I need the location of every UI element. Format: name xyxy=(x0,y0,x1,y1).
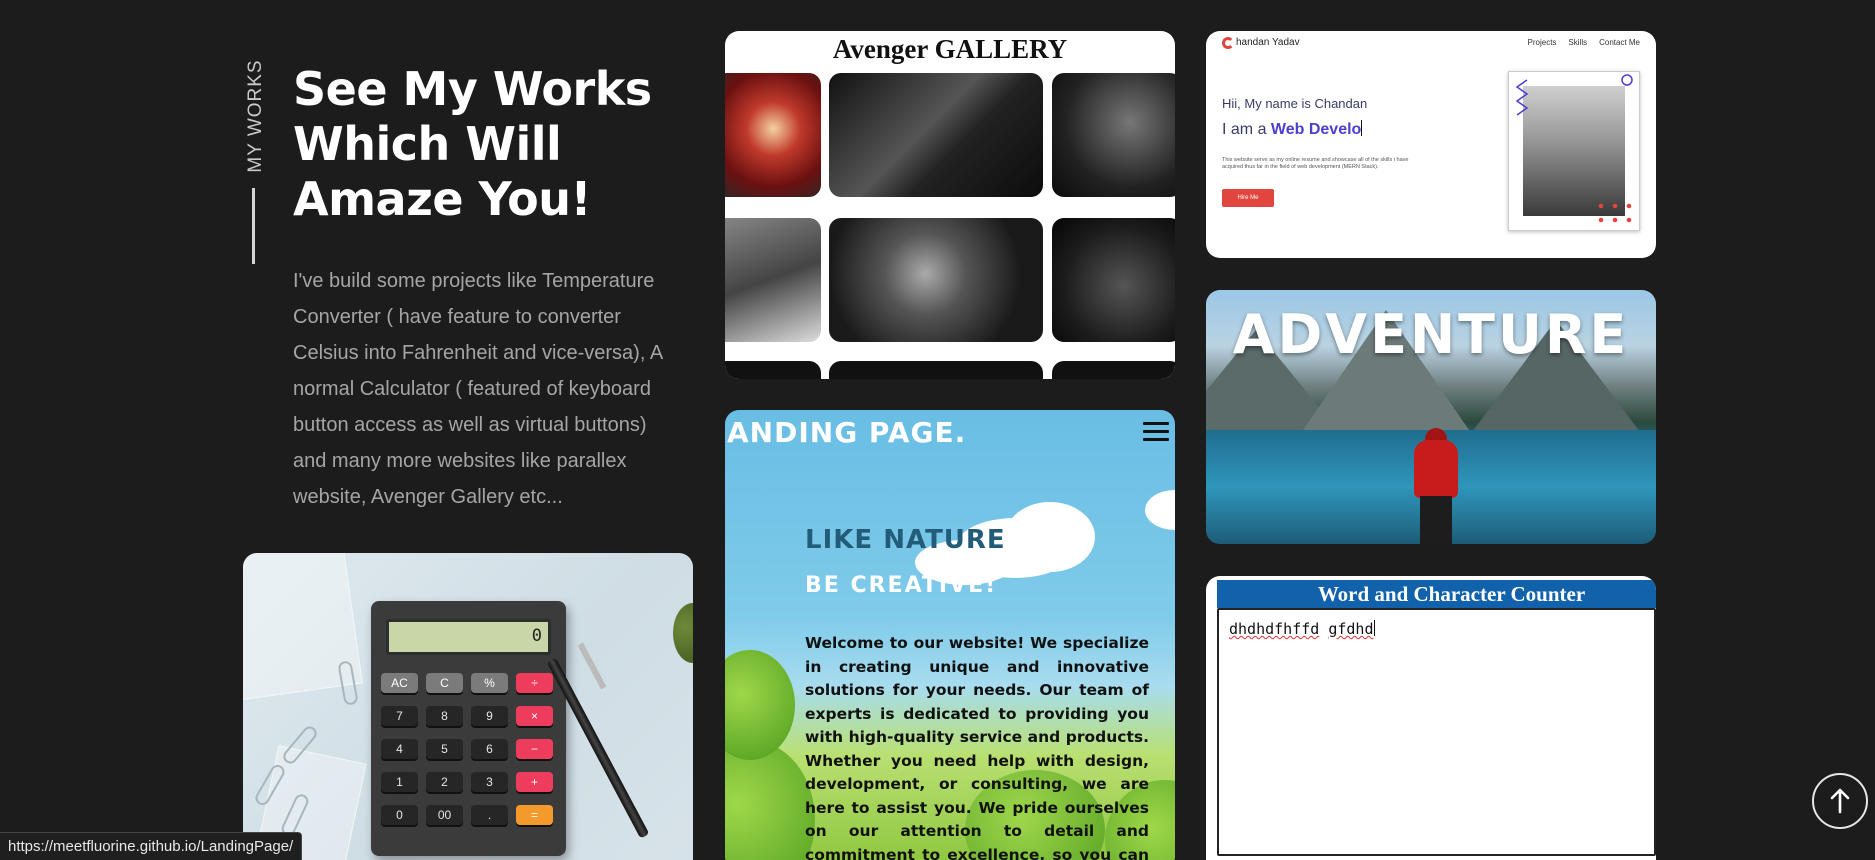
portfolio-nav-projects: Projects xyxy=(1527,38,1557,47)
calc-key: . xyxy=(471,805,508,825)
gallery-tile xyxy=(725,361,821,379)
word-counter-text: dhdhdfhffd gfdhd xyxy=(1229,620,1375,638)
portfolio-hire-button: Hire Me xyxy=(1222,189,1274,207)
portfolio-nav: Projects Skills Contact Me xyxy=(1528,38,1640,47)
calc-key: 1 xyxy=(381,772,418,792)
cloud-decoration xyxy=(1005,502,1095,572)
circle-decoration-icon xyxy=(1621,74,1633,86)
avenger-gallery-title: Avenger GALLERY xyxy=(832,34,1068,64)
calc-key: 2 xyxy=(426,772,463,792)
calc-key: % xyxy=(471,673,508,693)
project-card-landing-page[interactable]: ANDING PAGE. LIKE NATURE BE CREATIVE! We… xyxy=(725,410,1175,860)
gallery-tile-villain xyxy=(1052,218,1175,342)
project-card-portfolio[interactable]: handan Yadav Projects Skills Contact Me … xyxy=(1206,31,1656,258)
hiker-decoration xyxy=(1414,440,1458,498)
word-counter-title: Word and Character Counter xyxy=(1217,580,1656,608)
dots-decoration-icon xyxy=(1598,203,1632,223)
calc-key: − xyxy=(516,739,553,759)
section-label: MY WORKS xyxy=(233,59,279,173)
calc-key: C xyxy=(426,673,463,693)
adventure-title: ADVENTURE xyxy=(1232,303,1630,366)
link-preview-status-bar: https://meetfluorine.github.io/LandingPa… xyxy=(0,832,303,860)
calc-key: × xyxy=(516,706,553,726)
calc-key: 0 xyxy=(381,805,418,825)
calc-key: + xyxy=(516,772,553,792)
gallery-tile-thor xyxy=(829,73,1043,197)
text-caret xyxy=(1373,620,1375,636)
calc-key: ÷ xyxy=(516,673,553,693)
word-counter-word: dhdhdfhffd xyxy=(1229,620,1320,638)
portfolio-photo xyxy=(1523,86,1625,216)
pen-clip-decoration xyxy=(577,642,607,690)
landing-subheadline: BE CREATIVE! xyxy=(805,573,998,598)
calc-key: 4 xyxy=(381,739,418,759)
portfolio-photo-frame xyxy=(1508,71,1640,231)
calc-key: 6 xyxy=(471,739,508,759)
landing-title: ANDING PAGE. xyxy=(727,416,967,449)
portfolio-greeting: Hii, My name is Chandan xyxy=(1222,96,1368,111)
project-card-avenger-gallery[interactable]: Avenger GALLERY xyxy=(725,31,1175,379)
portfolio-blurb: This website serve as my online resume a… xyxy=(1222,157,1409,170)
scroll-to-top-button[interactable] xyxy=(1812,773,1868,829)
arrow-up-icon xyxy=(1830,788,1850,814)
gallery-tile-groot xyxy=(829,218,1043,342)
calc-key: 8 xyxy=(426,706,463,726)
calculator-display: 0 xyxy=(386,619,551,655)
calc-key: 5 xyxy=(426,739,463,759)
section-label-text: MY WORKS xyxy=(245,59,266,173)
heading-line-2: Which Will xyxy=(293,117,562,171)
typing-caret xyxy=(1361,120,1363,136)
gallery-tile-hero xyxy=(725,218,821,342)
gallery-tile-spider-man xyxy=(1052,73,1175,197)
heading-line-3: Amaze You! xyxy=(293,172,591,226)
calculator-image: 0 AC C % ÷ 7 8 9 × 4 5 6 − 1 2 3 + 0 00 … xyxy=(371,601,566,856)
section-description: I've build some projects like Temperatur… xyxy=(293,270,663,508)
portfolio-role-prefix: I am a xyxy=(1222,121,1271,138)
portfolio-role: I am a Web Develo xyxy=(1222,120,1363,139)
landing-header: ANDING PAGE. xyxy=(725,410,1175,458)
gallery-tile xyxy=(829,361,1043,379)
word-counter-textarea: dhdhdfhffd gfdhd xyxy=(1217,608,1656,856)
gallery-tile xyxy=(1052,361,1175,379)
calc-key: 3 xyxy=(471,772,508,792)
calculator-keypad: AC C % ÷ 7 8 9 × 4 5 6 − 1 2 3 + 0 00 . … xyxy=(381,673,559,825)
calc-key: 9 xyxy=(471,706,508,726)
portfolio-nav-skills: Skills xyxy=(1568,38,1588,47)
heading-line-1: See My Works xyxy=(293,62,652,116)
landing-body-text: Welcome to our website! We specialize in… xyxy=(805,634,1149,860)
section-heading: See My Works Which Will Amaze You! xyxy=(293,62,693,227)
project-card-word-counter[interactable]: Word and Character Counter dhdhdfhffd gf… xyxy=(1206,576,1656,860)
word-counter-word: gfdhd xyxy=(1328,620,1374,638)
calc-key: 00 xyxy=(426,805,463,825)
calc-key: = xyxy=(516,805,553,825)
plant-decoration xyxy=(673,603,693,663)
hiker-decoration xyxy=(1420,496,1452,544)
project-card-adventure[interactable]: ADVENTURE xyxy=(1206,290,1656,544)
portfolio-role-typed: Web Develo xyxy=(1270,121,1362,138)
gallery-tile-iron-man xyxy=(725,73,821,197)
cloud-decoration xyxy=(1145,490,1175,530)
portfolio-nav-contact: Contact Me xyxy=(1599,38,1640,47)
portfolio-brand-name: handan Yadav xyxy=(1236,37,1300,48)
hamburger-menu-icon xyxy=(1143,422,1169,442)
tree-decoration xyxy=(725,650,795,760)
calc-key: AC xyxy=(381,673,418,693)
calc-key: 7 xyxy=(381,706,418,726)
zigzag-decoration-icon xyxy=(1515,79,1529,116)
section-divider xyxy=(252,188,255,264)
project-card-calculator[interactable]: 0 AC C % ÷ 7 8 9 × 4 5 6 − 1 2 3 + 0 00 … xyxy=(243,553,693,860)
portfolio-logo-icon xyxy=(1222,37,1234,49)
landing-headline: LIKE NATURE xyxy=(805,525,1006,555)
